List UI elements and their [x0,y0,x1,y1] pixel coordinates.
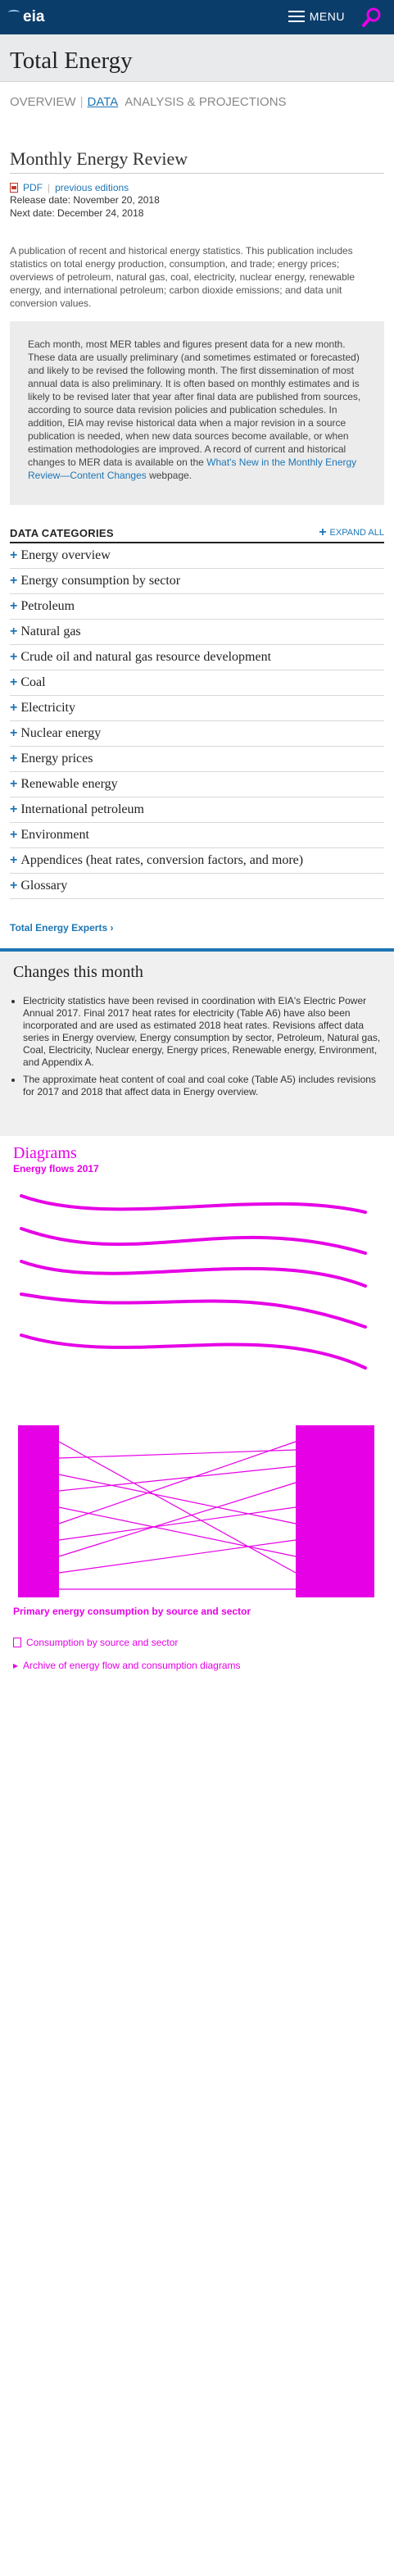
previous-editions-link[interactable]: previous editions [55,182,129,193]
consumption-by-source-link[interactable]: Consumption by source and sector [26,1637,178,1648]
logo-swoosh-icon [8,10,20,15]
expand-plus-icon: + [10,625,18,638]
category-environment[interactable]: + Environment [10,823,384,848]
expand-plus-icon: + [10,574,18,588]
energy-flows-label[interactable]: Energy flows 2017 [13,1163,381,1174]
search-icon [362,7,381,27]
expand-plus-icon: + [10,853,18,867]
archive-link-row[interactable]: ▸ Archive of energy flow and consumption… [13,1660,381,1671]
search-button[interactable] [355,0,389,34]
title-band: Total Energy [0,34,394,82]
diagram-links: Consumption by source and sector ▸ Archi… [0,1637,394,1671]
diagrams-section: Diagrams Energy flows 2017 Primary energ… [0,1136,394,1625]
changes-list: Electricity statistics have been revised… [13,995,386,1098]
hamburger-icon [288,11,305,22]
pdf-icon [10,183,18,193]
right-column-block [296,1425,374,1597]
page-title: Monthly Energy Review [10,148,384,174]
notice-suffix: webpage. [146,470,192,481]
expand-plus-icon: + [10,777,18,791]
expand-plus-icon: + [10,548,18,562]
arrow-right-icon: ▸ [13,1660,19,1671]
energy-flow-graphic [18,1194,374,1597]
main-content: Monthly Energy Review PDF | previous edi… [0,148,394,934]
category-coal[interactable]: + Coal [10,670,384,696]
total-energy-experts-link[interactable]: Total Energy Experts › [10,922,384,934]
release-date: Release date: November 20, 2018 [10,194,160,206]
eia-logo[interactable]: eia [8,8,44,26]
change-item: The approximate heat content of coal and… [23,1074,386,1098]
category-energy-consumption-by-sector[interactable]: + Energy consumption by sector [10,569,384,594]
subnav-overview[interactable]: OVERVIEW [10,95,76,109]
notice-text: Each month, most MER tables and figures … [28,338,361,468]
category-natural-gas[interactable]: + Natural gas [10,620,384,645]
expand-plus-icon: + [10,802,18,816]
consumption-link-row[interactable]: Consumption by source and sector [13,1637,381,1648]
category-glossary[interactable]: + Glossary [10,874,384,899]
expand-plus-icon: + [10,650,18,664]
revision-notice: Each month, most MER tables and figures … [10,321,384,505]
expand-plus-icon: + [10,879,18,893]
publication-description: A publication of recent and historical e… [10,245,356,309]
subnav-data[interactable]: DATA [87,95,118,109]
expand-all-button[interactable]: + EXPAND ALL [319,526,384,539]
changes-heading: Changes this month [13,963,143,981]
change-item: Electricity statistics have been revised… [23,995,386,1069]
sub-navigation: OVERVIEW | DATA ANALYSIS & PROJECTIONS [0,82,394,117]
category-crude-oil-resource-development[interactable]: + Crude oil and natural gas resource deve… [10,645,384,670]
logo-text: eia [23,8,45,25]
expand-all-label: EXPAND ALL [329,528,384,538]
pdf-link[interactable]: PDF [23,182,43,193]
menu-button[interactable]: MENU [288,10,345,23]
menu-label: MENU [309,10,345,23]
category-nuclear-energy[interactable]: + Nuclear energy [10,721,384,747]
download-links: PDF | previous editions [10,182,384,193]
category-energy-prices[interactable]: + Energy prices [10,747,384,772]
primary-energy-consumption-label[interactable]: Primary energy consumption by source and… [13,1606,381,1617]
expand-plus-icon: + [10,726,18,740]
plus-icon: + [319,525,327,539]
top-bar: eia MENU [0,0,394,34]
expand-plus-icon: + [10,675,18,689]
category-energy-overview[interactable]: + Energy overview [10,543,384,569]
section-title: Total Energy [10,48,133,74]
subnav-analysis-projections[interactable]: ANALYSIS & PROJECTIONS [125,95,286,109]
archive-diagrams-link[interactable]: Archive of energy flow and consumption d… [23,1660,240,1671]
category-petroleum[interactable]: + Petroleum [10,594,384,620]
next-date: Next date: December 24, 2018 [10,207,144,219]
expand-plus-icon: + [10,701,18,715]
category-appendices[interactable]: + Appendices (heat rates, conversion fact… [10,848,384,874]
category-electricity[interactable]: + Electricity [10,696,384,721]
left-column-block [18,1425,59,1597]
expand-plus-icon: + [10,828,18,842]
data-categories-header: DATA CATEGORIES + EXPAND ALL [10,526,384,543]
category-international-petroleum[interactable]: + International petroleum [10,797,384,823]
subnav-separator: | [79,95,84,109]
expand-plus-icon: + [10,599,18,613]
category-list: + Energy overview + Energy consumption by … [10,543,384,899]
expand-plus-icon: + [10,752,18,766]
diagrams-heading: Diagrams [13,1144,77,1162]
category-renewable-energy[interactable]: + Renewable energy [10,772,384,797]
pdf-icon [13,1638,21,1647]
energy-flow-diagram[interactable] [13,1179,381,1606]
data-categories-heading: DATA CATEGORIES [10,526,114,539]
changes-this-month-panel: Changes this month Electricity statistic… [0,948,394,1136]
